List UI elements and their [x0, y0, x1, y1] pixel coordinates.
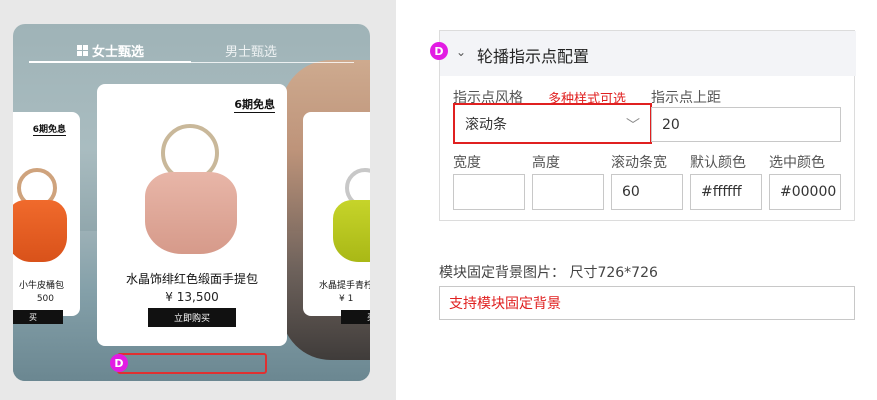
width-input[interactable] — [453, 174, 525, 210]
category-tabs: 女士甄选 男士甄选 — [29, 38, 354, 64]
top-margin-value: 20 — [662, 116, 680, 133]
product-card-left[interactable]: 6期免息 小牛皮桶包 500 买 — [13, 112, 80, 324]
bar-width-value: 60 — [622, 184, 640, 200]
chevron-down-icon[interactable]: ⌄ — [456, 45, 466, 59]
carousel-indicator-active — [118, 338, 176, 340]
bag-image-orange — [13, 200, 67, 262]
product-card-right[interactable]: 水晶提手青柠 ¥ 1 买 — [303, 112, 370, 324]
default-color-input[interactable]: #ffffff — [690, 174, 762, 210]
carousel-indicator-track — [176, 338, 236, 340]
tab-active-underline — [29, 61, 191, 63]
product-name: 小牛皮桶包 — [18, 281, 64, 291]
width-label: 宽度 — [453, 155, 481, 171]
default-color-value: #ffffff — [701, 184, 742, 200]
top-margin-input[interactable]: 20 — [651, 107, 841, 142]
buy-button[interactable]: 买 — [13, 310, 63, 324]
marker-badge: D — [430, 42, 448, 60]
product-name: 水晶提手青柠 — [319, 281, 370, 291]
height-input[interactable] — [532, 174, 604, 210]
bag-image-lime — [333, 200, 370, 262]
background-image-value: 支持模块固定背景 — [449, 296, 561, 312]
indicator-highlight-box — [117, 353, 267, 374]
height-label: 高度 — [532, 155, 560, 171]
tab-men[interactable]: 男士甄选 — [225, 38, 277, 62]
marker-badge: D — [110, 354, 128, 372]
bag-image-pink — [145, 172, 237, 254]
product-price: ¥ 13,500 — [165, 290, 219, 304]
phone-preview: 女士甄选 男士甄选 6期免息 小牛皮桶包 500 买 6期免息 水晶饰绯红色缎面… — [13, 24, 370, 381]
style-select-highlight: ﹀ — [453, 103, 652, 144]
chevron-down-icon: ﹀ — [626, 118, 640, 134]
bar-width-input[interactable]: 60 — [611, 174, 683, 210]
installment-badge: 6期免息 — [32, 122, 66, 136]
buy-now-button[interactable]: 立即购买 — [148, 308, 236, 327]
selected-color-value: #00000 — [780, 184, 837, 200]
product-card-center[interactable]: 6期免息 水晶饰绯红色缎面手提包 ¥ 13,500 立即购买 — [97, 84, 287, 346]
tab-women-label: 女士甄选 — [92, 44, 145, 60]
product-name: 水晶饰绯红色缎面手提包 — [125, 272, 258, 286]
grid-icon — [77, 44, 88, 56]
tab-women[interactable]: 女士甄选 — [77, 38, 144, 62]
config-header[interactable]: ⌄ 轮播指示点配置 — [440, 31, 856, 76]
editor-root: 女士甄选 男士甄选 6期免息 小牛皮桶包 500 买 6期免息 水晶饰绯红色缎面… — [0, 0, 877, 400]
top-margin-label: 指示点上距 — [651, 90, 721, 106]
installment-badge: 6期免息 — [234, 98, 275, 113]
buy-button[interactable]: 买 — [341, 310, 370, 324]
product-price: 500 — [36, 294, 54, 304]
config-title: 轮播指示点配置 — [477, 47, 590, 66]
indicator-config-panel: ⌄ 轮播指示点配置 指示点风格 多种样式可选 指示点上距 滚动条 ﹀ 20 宽度… — [439, 30, 856, 221]
bar-width-label: 滚动条宽 — [611, 155, 667, 171]
background-image-label: 模块固定背景图片： 尺寸726*726 — [439, 265, 658, 281]
default-color-label: 默认颜色 — [690, 155, 746, 171]
tab-men-label: 男士甄选 — [225, 44, 278, 60]
selected-color-input[interactable]: #00000 — [769, 174, 841, 210]
selected-color-label: 选中颜色 — [769, 155, 825, 171]
product-price: ¥ 1 — [339, 294, 354, 304]
background-image-input[interactable]: 支持模块固定背景 — [439, 286, 855, 320]
